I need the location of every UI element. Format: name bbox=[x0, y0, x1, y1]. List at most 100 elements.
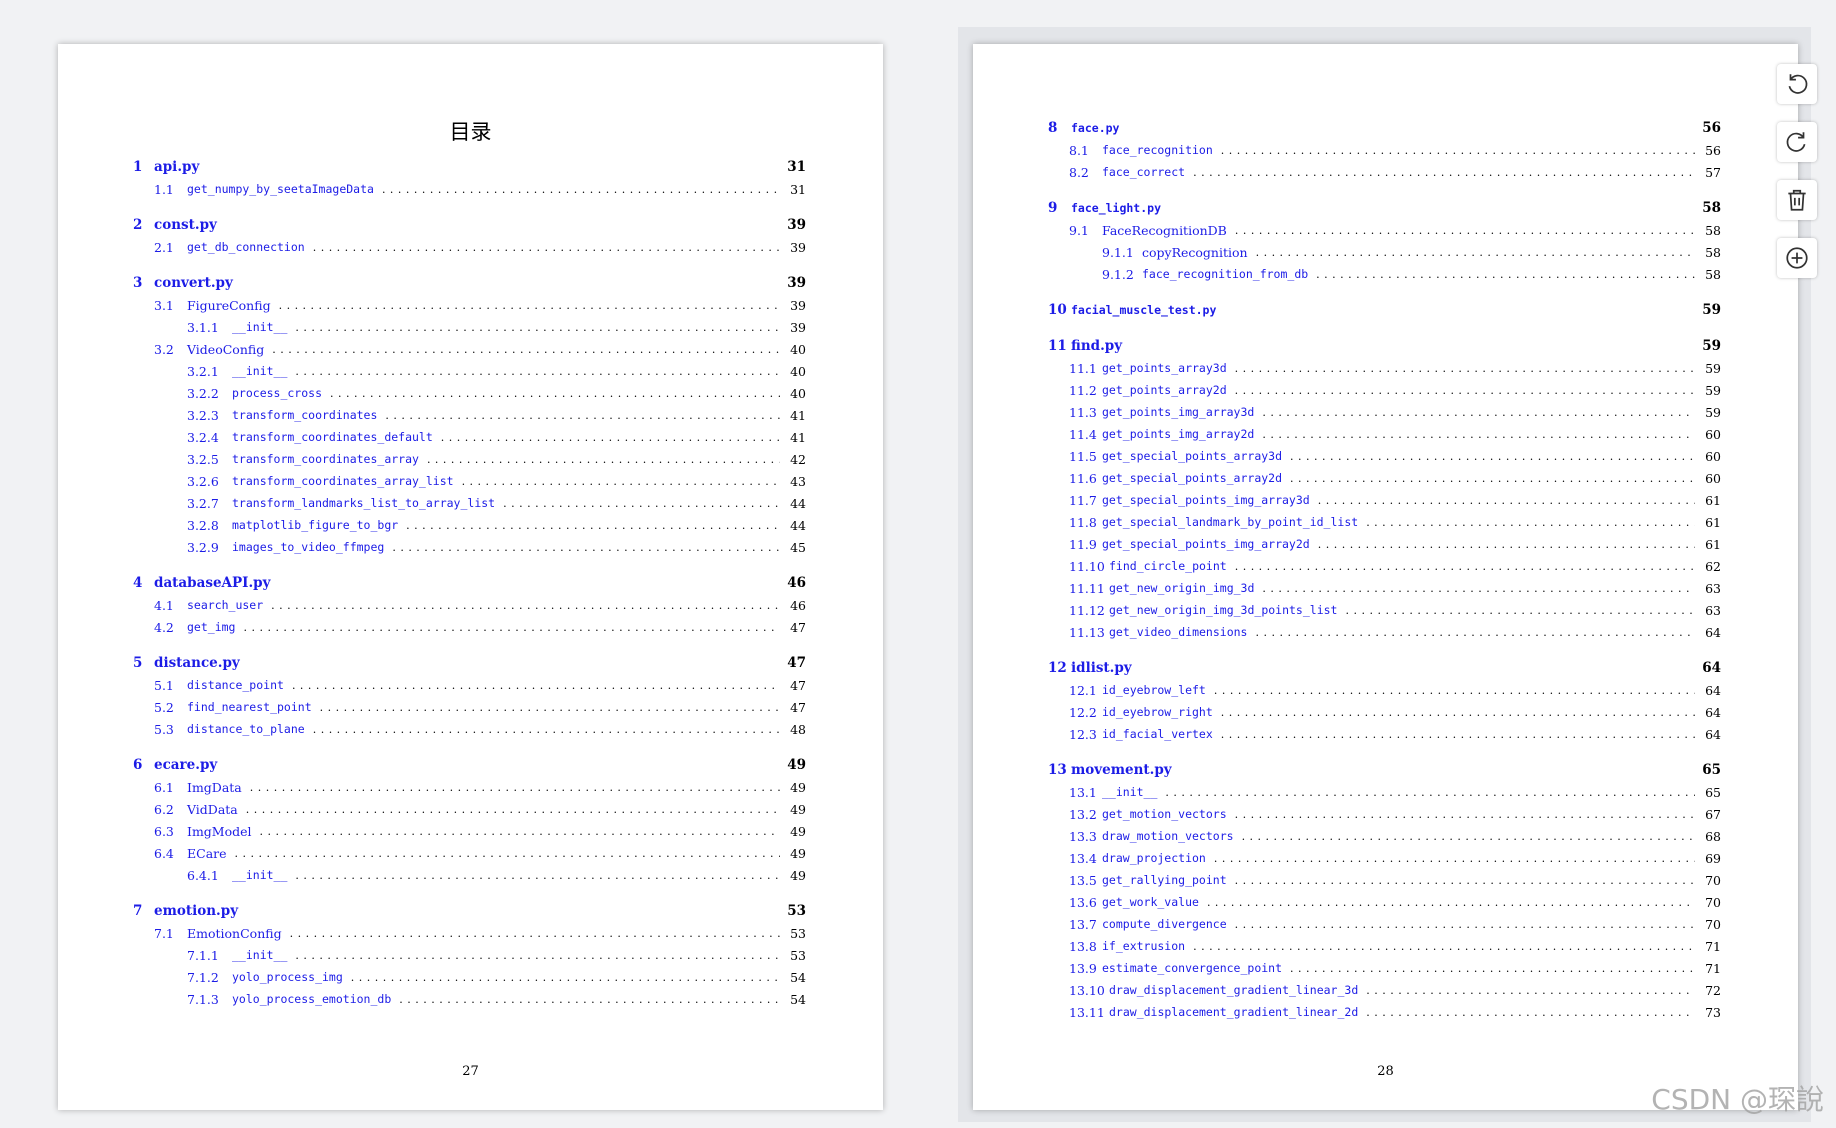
toc-entry[interactable]: 13.11 draw_displacement_gradient_linear_2… bbox=[1069, 1001, 1721, 1023]
toc-entry[interactable]: 8 face.py 56 bbox=[1048, 117, 1721, 139]
toc-entry[interactable]: 11.6 get_special_points_array2d 60 bbox=[1069, 467, 1721, 489]
toc-entry[interactable]: 13.8 if_extrusion 71 bbox=[1069, 935, 1721, 957]
toc-entry-number: 3.2.4 bbox=[187, 429, 219, 445]
toc-entry[interactable]: 7 emotion.py 53 bbox=[133, 900, 806, 922]
toc-leader-dots bbox=[1366, 516, 1695, 529]
toc-entry[interactable]: 2 const.py 39 bbox=[133, 214, 806, 236]
toc-entry[interactable]: 12.3 id_facial_vertex 64 bbox=[1069, 723, 1721, 745]
toc-entry-page: 64 bbox=[1705, 704, 1721, 720]
toc-entry[interactable]: 13.6 get_work_value 70 bbox=[1069, 891, 1721, 913]
toc-entry[interactable]: 11.13 get_video_dimensions 64 bbox=[1069, 621, 1721, 643]
toc-entry-number: 6.2 bbox=[154, 801, 174, 817]
toc-entry[interactable]: 11.5 get_special_points_array3d 60 bbox=[1069, 445, 1721, 467]
toc-entry[interactable]: 5.3 distance_to_plane 48 bbox=[154, 718, 806, 740]
toc-entry[interactable]: 3 convert.py 39 bbox=[133, 272, 806, 294]
rotate-right-button[interactable] bbox=[1777, 122, 1817, 162]
toc-entry[interactable]: 3.2.7 transform_landmarks_list_to_array_l… bbox=[187, 492, 806, 514]
toc-entry[interactable]: 12 idlist.py 64 bbox=[1048, 657, 1721, 679]
toc-entry[interactable]: 11.1 get_points_array3d 59 bbox=[1069, 357, 1721, 379]
toc-entry[interactable]: 13.5 get_rallying_point 70 bbox=[1069, 869, 1721, 891]
toc-entry[interactable]: 6.4 ECare 49 bbox=[154, 842, 806, 864]
toc-entry[interactable]: 3.2 VideoConfig 40 bbox=[154, 338, 806, 360]
toc-entry[interactable]: 13.10 draw_displacement_gradient_linear_3… bbox=[1069, 979, 1721, 1001]
toc-entry[interactable]: 13.3 draw_motion_vectors 68 bbox=[1069, 825, 1721, 847]
toc-entry-title: emotion.py bbox=[154, 903, 239, 919]
toc-entry[interactable]: 9.1.2 face_recognition_from_db 58 bbox=[1102, 263, 1721, 285]
toc-entry[interactable]: 7.1 EmotionConfig 53 bbox=[154, 922, 806, 944]
toc-entry[interactable]: 3.2.4 transform_coordinates_default 41 bbox=[187, 426, 806, 448]
delete-page-button[interactable] bbox=[1777, 180, 1817, 220]
toc-entry[interactable]: 12.2 id_eyebrow_right 64 bbox=[1069, 701, 1721, 723]
toc-entry[interactable]: 5.2 find_nearest_point 47 bbox=[154, 696, 806, 718]
toc-entry[interactable]: 5 distance.py 47 bbox=[133, 652, 806, 674]
toc-entry-page: 58 bbox=[1705, 222, 1721, 238]
toc-entry[interactable]: 4.1 search_user 46 bbox=[154, 594, 806, 616]
rotate-left-button[interactable] bbox=[1777, 64, 1817, 104]
toc-entry[interactable]: 13.9 estimate_convergence_point 71 bbox=[1069, 957, 1721, 979]
toc-entry-title: transform_coordinates_default bbox=[232, 430, 433, 444]
toc-entry[interactable]: 7.1.1 __init__ 53 bbox=[187, 944, 806, 966]
toc-entry-title: get_video_dimensions bbox=[1109, 625, 1248, 639]
toc-entry-page: 40 bbox=[790, 363, 806, 379]
toc-entry-title: estimate_convergence_point bbox=[1102, 961, 1283, 975]
toc-entry[interactable]: 7.1.2 yolo_process_img 54 bbox=[187, 966, 806, 988]
document-page-28[interactable]: 8 face.py 56 8.1 face_recognition 56 8.2 face_c… bbox=[973, 44, 1798, 1110]
toc-entry[interactable]: 4 databaseAPI.py 46 bbox=[133, 572, 806, 594]
toc-leader-dots bbox=[1235, 560, 1695, 573]
toc-entry[interactable]: 13.2 get_motion_vectors 67 bbox=[1069, 803, 1721, 825]
toc-entry[interactable]: 11.8 get_special_landmark_by_point_id_lis… bbox=[1069, 511, 1721, 533]
toc-entry[interactable]: 11.7 get_special_points_img_array3d 61 bbox=[1069, 489, 1721, 511]
toc-entry[interactable]: 6.3 ImgModel 49 bbox=[154, 820, 806, 842]
toc-entry[interactable]: 11.3 get_points_img_array3d 59 bbox=[1069, 401, 1721, 423]
toc-entry[interactable]: 10 facial_muscle_test.py 59 bbox=[1048, 299, 1721, 321]
toc-entry-page: 60 bbox=[1705, 426, 1721, 442]
toc-entry[interactable]: 11.12 get_new_origin_img_3d_points_list 63 bbox=[1069, 599, 1721, 621]
toc-entry[interactable]: 8.1 face_recognition 56 bbox=[1069, 139, 1721, 161]
toc-entry[interactable]: 5.1 distance_point 47 bbox=[154, 674, 806, 696]
toc-entry[interactable]: 6.1 ImgData 49 bbox=[154, 776, 806, 798]
toc-entry[interactable]: 9 face_light.py 58 bbox=[1048, 197, 1721, 219]
toc-entry[interactable]: 3.2.5 transform_coordinates_array 42 bbox=[187, 448, 806, 470]
toc-entry[interactable]: 1.1 get_numpy_by_seetaImageData 31 bbox=[154, 178, 806, 200]
toc-entry-number: 11.12 bbox=[1069, 602, 1105, 618]
toc-entry[interactable]: 12.1 id_eyebrow_left 64 bbox=[1069, 679, 1721, 701]
toc-entry[interactable]: 2.1 get_db_connection 39 bbox=[154, 236, 806, 258]
toc-entry[interactable]: 13 movement.py 65 bbox=[1048, 759, 1721, 781]
toc-entry[interactable]: 1 api.py 31 bbox=[133, 156, 806, 178]
toc-entry[interactable]: 3.2.6 transform_coordinates_array_list 43 bbox=[187, 470, 806, 492]
toc-entry-title: get_db_connection bbox=[187, 240, 305, 254]
toc-entry[interactable]: 3.2.8 matplotlib_figure_to_bgr 44 bbox=[187, 514, 806, 536]
toc-entry-title: distance.py bbox=[154, 655, 240, 671]
toc-entry[interactable]: 3.1 FigureConfig 39 bbox=[154, 294, 806, 316]
toc-entry-page: 49 bbox=[790, 845, 806, 861]
add-page-button[interactable] bbox=[1777, 238, 1817, 278]
toc-entry[interactable]: 6 ecare.py 49 bbox=[133, 754, 806, 776]
toc-entry[interactable]: 9.1.1 copyRecognition 58 bbox=[1102, 241, 1721, 263]
toc-leader-dots bbox=[320, 701, 780, 714]
toc-entry[interactable]: 3.1.1 __init__ 39 bbox=[187, 316, 806, 338]
toc-leader-dots bbox=[406, 519, 780, 532]
toc-entry[interactable]: 3.2.2 process_cross 40 bbox=[187, 382, 806, 404]
toc-entry[interactable]: 9.1 FaceRecognitionDB 58 bbox=[1069, 219, 1721, 241]
toc-entry[interactable]: 3.2.3 transform_coordinates 41 bbox=[187, 404, 806, 426]
toc-entry[interactable]: 6.4.1 __init__ 49 bbox=[187, 864, 806, 886]
toc-entry[interactable]: 13.4 draw_projection 69 bbox=[1069, 847, 1721, 869]
toc-entry[interactable]: 11.4 get_points_img_array2d 60 bbox=[1069, 423, 1721, 445]
toc-entry[interactable]: 11.10 find_circle_point 62 bbox=[1069, 555, 1721, 577]
toc-entry-number: 7.1.2 bbox=[187, 969, 219, 985]
toc-entry[interactable]: 11.9 get_special_points_img_array2d 61 bbox=[1069, 533, 1721, 555]
toc-entry[interactable]: 4.2 get_img 47 bbox=[154, 616, 806, 638]
toc-entry[interactable]: 6.2 VidData 49 bbox=[154, 798, 806, 820]
toc-entry[interactable]: 11 find.py 59 bbox=[1048, 335, 1721, 357]
toc-entry[interactable]: 11.11 get_new_origin_img_3d 63 bbox=[1069, 577, 1721, 599]
toc-entry[interactable]: 11.2 get_points_array2d 59 bbox=[1069, 379, 1721, 401]
toc-entry-page: 63 bbox=[1705, 580, 1721, 596]
toc-entry[interactable]: 3.2.1 __init__ 40 bbox=[187, 360, 806, 382]
toc-entry[interactable]: 13.1 __init__ 65 bbox=[1069, 781, 1721, 803]
toc-entry-title: compute_divergence bbox=[1102, 917, 1227, 931]
toc-entry[interactable]: 8.2 face_correct 57 bbox=[1069, 161, 1721, 183]
toc-entry-page: 71 bbox=[1705, 938, 1721, 954]
toc-entry[interactable]: 3.2.9 images_to_video_ffmpeg 45 bbox=[187, 536, 806, 558]
toc-entry[interactable]: 7.1.3 yolo_process_emotion_db 54 bbox=[187, 988, 806, 1010]
toc-entry[interactable]: 13.7 compute_divergence 70 bbox=[1069, 913, 1721, 935]
